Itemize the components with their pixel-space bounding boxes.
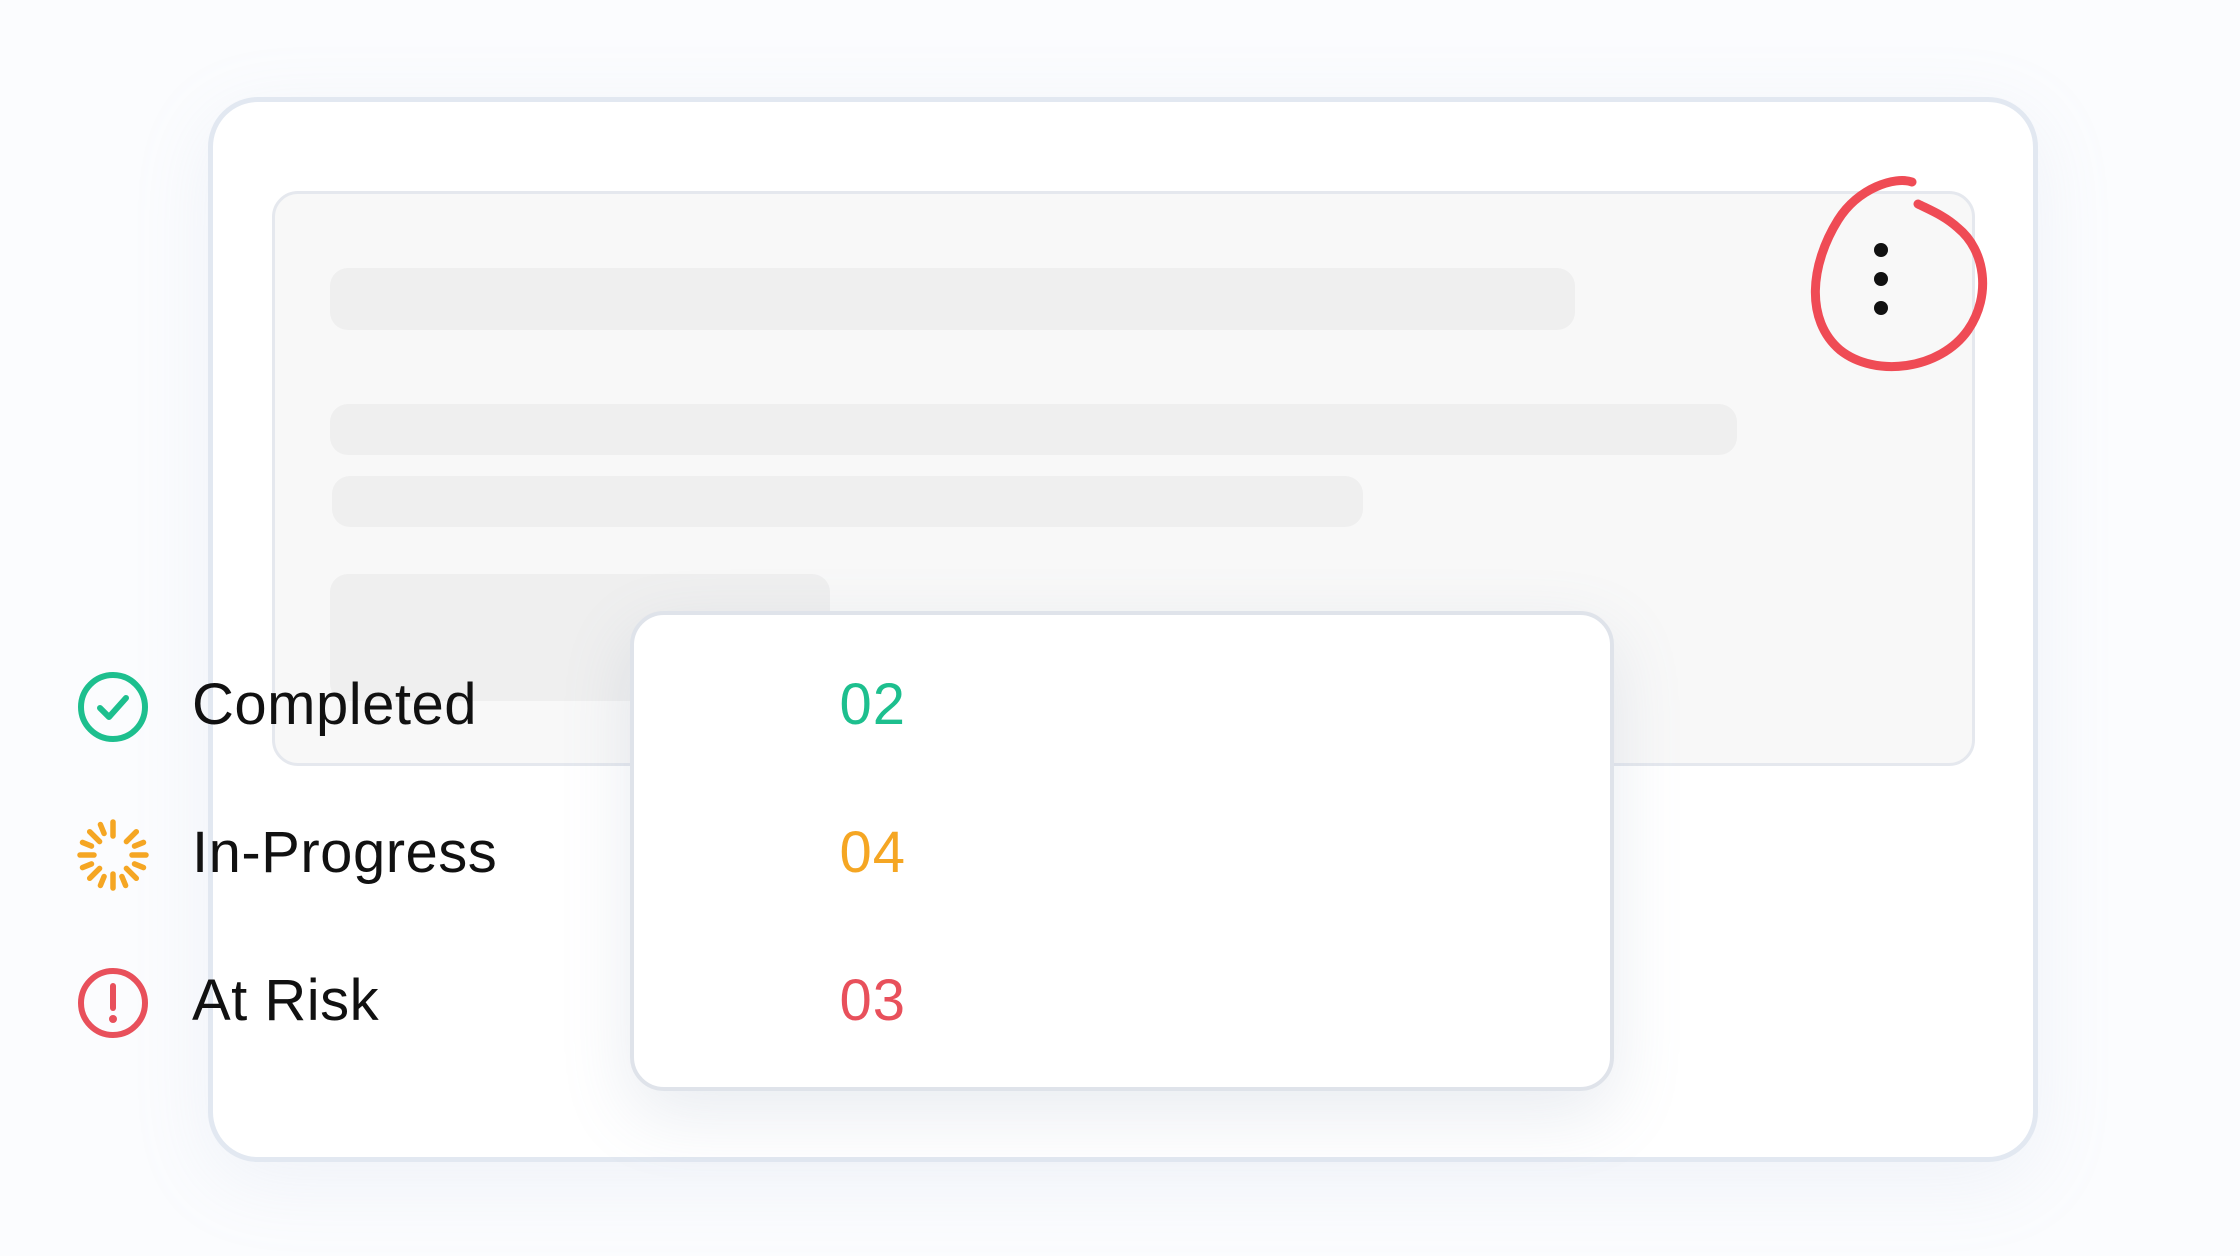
status-label: In-Progress xyxy=(192,820,498,885)
skeleton-line xyxy=(330,404,1737,455)
skeleton-line xyxy=(332,476,1363,527)
stage: Completed 02 In-Progress 04 At Risk 03 xyxy=(0,0,2240,1256)
check-circle-icon xyxy=(78,672,148,742)
status-count: 02 xyxy=(839,672,906,737)
status-item-at-risk[interactable]: At Risk 03 xyxy=(76,946,906,1056)
status-count: 04 xyxy=(839,820,906,885)
status-item-completed[interactable]: Completed 02 xyxy=(76,650,906,760)
status-item-in-progress[interactable]: In-Progress 04 xyxy=(76,798,906,908)
status-label: Completed xyxy=(192,672,477,737)
status-count: 03 xyxy=(839,968,906,1033)
spinner-icon xyxy=(77,819,149,891)
skeleton-title xyxy=(330,268,1575,330)
more-options-button[interactable] xyxy=(1816,218,1946,348)
status-label: At Risk xyxy=(192,968,380,1033)
alert-circle-icon xyxy=(78,968,148,1038)
more-vertical-icon xyxy=(1874,243,1888,315)
